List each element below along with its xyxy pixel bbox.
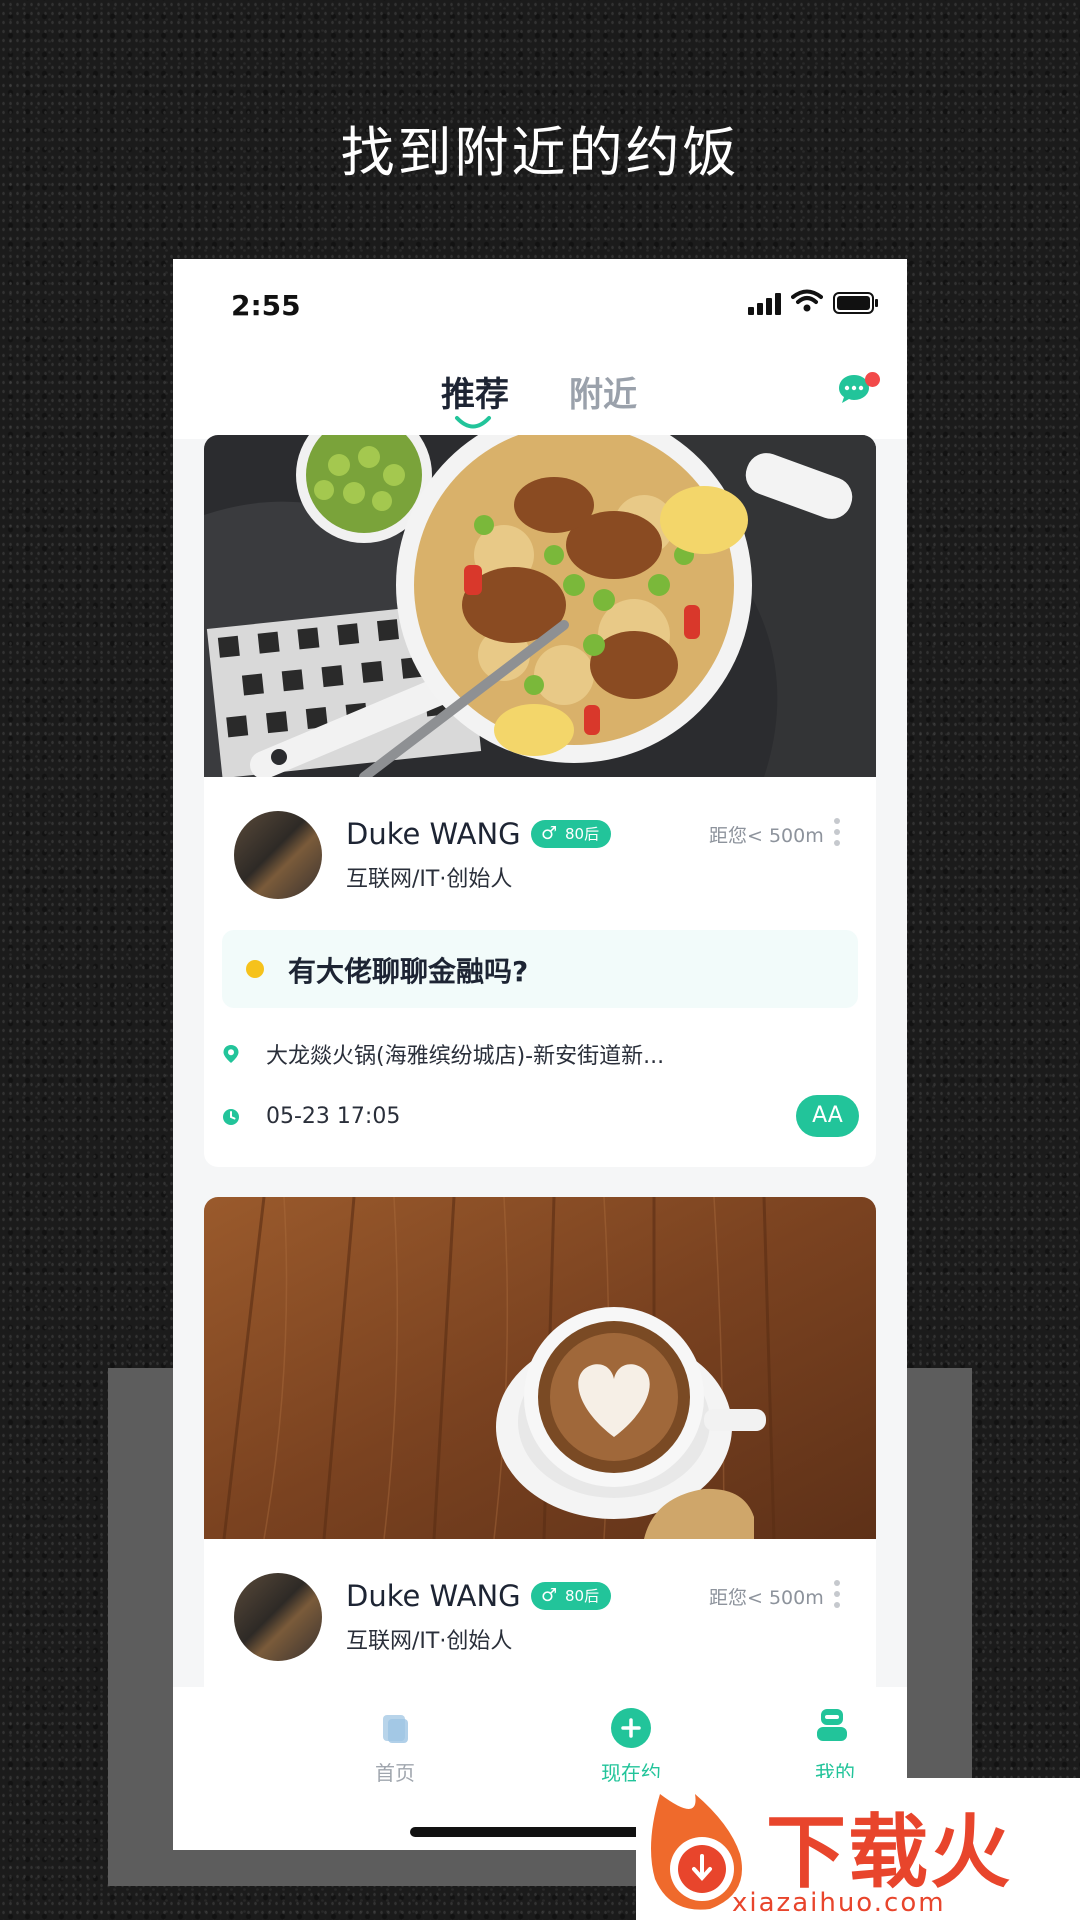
signal-icon (748, 293, 781, 315)
topic-box: 有大佬聊聊金融吗? (222, 930, 858, 1008)
location-text: 大龙燚火锅(海雅缤纷城店)-新安街道新... (266, 1044, 665, 1069)
profile-icon (817, 1709, 847, 1741)
tab-recommend[interactable]: 推荐 (441, 367, 509, 416)
add-circle-icon (611, 1708, 651, 1748)
food-photo (204, 435, 876, 777)
pay-type-badge: AA (796, 1095, 859, 1137)
home-icon (383, 1715, 408, 1743)
meal-card[interactable]: Duke WANG ♂ 80后 距您< 500m 互联网/IT·创始人 (204, 1197, 876, 1717)
nav-home[interactable]: 首页 (315, 1687, 475, 1787)
coffee-photo (204, 1197, 876, 1539)
user-name: Duke WANG (346, 817, 521, 851)
clock-icon (223, 1109, 239, 1125)
user-job: 互联网/IT·创始人 (346, 867, 513, 892)
battery-icon (833, 292, 878, 314)
home-indicator (410, 1827, 670, 1837)
wifi-icon (791, 289, 823, 312)
tab-nearby[interactable]: 附近 (569, 367, 637, 416)
nav-mine[interactable]: 我的 (795, 1687, 907, 1787)
location-pin-icon (223, 1045, 239, 1063)
distance-text: 距您< 500m (709, 825, 824, 847)
status-time: 2:55 (231, 289, 301, 322)
user-job: 互联网/IT·创始人 (346, 1629, 513, 1654)
avatar[interactable] (234, 811, 322, 899)
top-tab-bar: 推荐 附近 (173, 349, 907, 439)
datetime-text: 05-23 17:05 (266, 1104, 401, 1129)
age-badge: ♂ 80后 (531, 1582, 611, 1610)
more-icon[interactable] (834, 818, 840, 851)
watermark-text: 下载火 (766, 1806, 1012, 1899)
status-bar: 2:55 (173, 259, 907, 349)
distance-text: 距您< 500m (709, 1587, 824, 1609)
phone-screen: 2:55 推荐 附近 Duke WANG ♂ 80后 距您< 500m 互联网/… (173, 259, 907, 1850)
male-icon: ♂ (541, 1585, 558, 1606)
more-icon[interactable] (834, 1580, 840, 1613)
nav-now[interactable]: 现在约 (551, 1687, 711, 1787)
topic-text: 有大佬聊聊金融吗? (288, 955, 529, 988)
avatar[interactable] (234, 1573, 322, 1661)
meal-card[interactable]: Duke WANG ♂ 80后 距您< 500m 互联网/IT·创始人 有大佬聊… (204, 435, 876, 1167)
user-name: Duke WANG (346, 1579, 521, 1613)
active-tab-indicator (455, 416, 491, 429)
notification-dot (865, 372, 880, 387)
watermark-url: xiazaihuo.com (732, 1888, 946, 1918)
topic-dot-icon (246, 960, 264, 978)
age-badge: ♂ 80后 (531, 820, 611, 848)
hero-title: 找到附近的约饭 (340, 121, 740, 184)
watermark: 下载火 xiazaihuo.com (636, 1778, 1080, 1920)
nav-home-label: 首页 (375, 1761, 415, 1785)
male-icon: ♂ (541, 823, 558, 844)
